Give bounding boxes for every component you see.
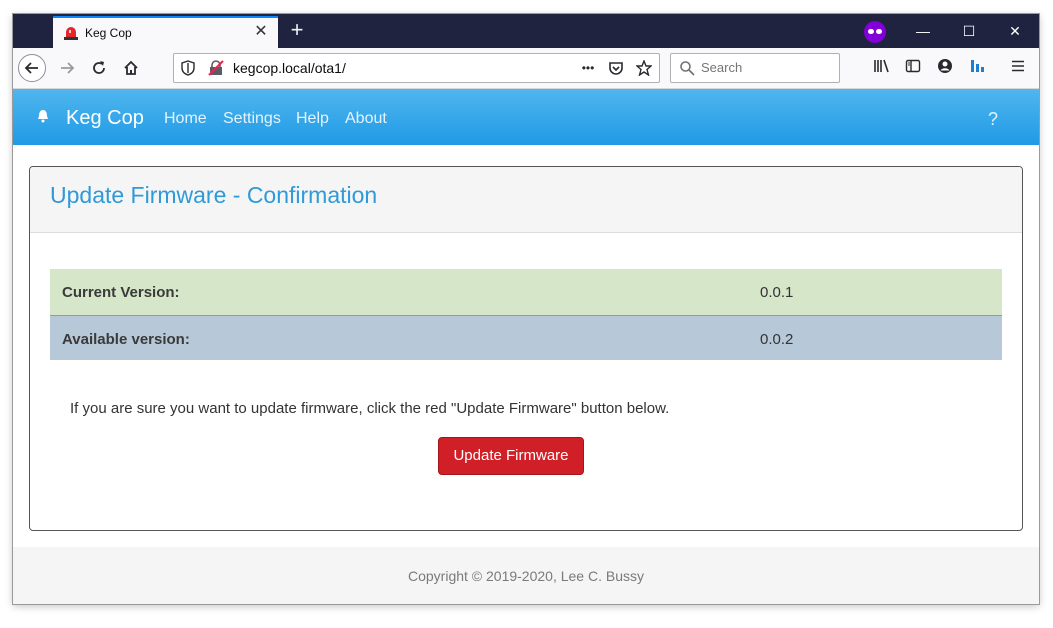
copyright-text: Copyright © 2019-2020, Lee C. Bussy — [407, 568, 644, 584]
available-version-label: Available version: — [62, 331, 190, 348]
current-version-value: 0.0.1 — [760, 284, 794, 301]
home-icon — [124, 60, 138, 75]
help-button[interactable]: ? — [988, 109, 998, 130]
account-icon[interactable] — [935, 58, 955, 78]
available-version-value: 0.0.2 — [760, 331, 794, 348]
nav-home-link[interactable]: Home — [164, 110, 207, 128]
bell-icon — [38, 110, 48, 123]
table-row-current-version: Current Version: 0.0.1 — [50, 269, 1002, 315]
address-bar[interactable]: kegcop.local/ota1/ ••• — [173, 53, 660, 83]
reload-icon — [93, 61, 105, 74]
back-button[interactable] — [18, 54, 46, 82]
version-table: Current Version: 0.0.1 Available version… — [50, 269, 1002, 360]
page-footer: Copyright © 2019-2020, Lee C. Bussy — [13, 547, 1039, 604]
maximize-button[interactable]: ☐ — [954, 19, 984, 43]
back-arrow-icon — [24, 62, 38, 74]
current-version-label: Current Version: — [62, 284, 180, 301]
sidebar-toggle-icon[interactable] — [903, 58, 923, 78]
page-actions-icon[interactable]: ••• — [578, 58, 598, 78]
tab-strip: Keg Cop ✕ + — ☐ ✕ — [13, 14, 1039, 48]
minimize-button[interactable]: — — [908, 19, 938, 43]
close-window-button[interactable]: ✕ — [1000, 19, 1030, 43]
forward-button[interactable] — [53, 54, 81, 82]
nav-about-link[interactable]: About — [345, 110, 387, 128]
brand-name[interactable]: Keg Cop — [66, 107, 144, 130]
page-title: Update Firmware - Confirmation — [50, 182, 378, 208]
table-row-available-version: Available version: 0.0.2 — [50, 315, 1002, 360]
insecure-connection-icon[interactable] — [208, 60, 224, 76]
private-browsing-icon — [864, 21, 886, 43]
library-icon[interactable] — [872, 58, 892, 78]
forward-arrow-icon — [61, 62, 75, 74]
navigation-toolbar: kegcop.local/ota1/ ••• — [13, 48, 1039, 89]
firmware-confirmation-card: Update Firmware - Confirmation Current V… — [29, 166, 1023, 531]
search-bar[interactable] — [670, 53, 840, 83]
nav-help-link[interactable]: Help — [296, 110, 329, 128]
url-text[interactable]: kegcop.local/ota1/ — [233, 60, 346, 76]
reload-button[interactable] — [85, 54, 113, 82]
update-firmware-button[interactable]: Update Firmware — [438, 437, 584, 475]
nav-settings-link[interactable]: Settings — [223, 110, 281, 128]
browser-window: Keg Cop ✕ + — ☐ ✕ kegcop.local/ota1/ ••• — [13, 14, 1039, 604]
extension-icon[interactable] — [967, 58, 987, 78]
bookmark-star-icon[interactable] — [634, 58, 654, 82]
confirmation-instruction: If you are sure you want to update firmw… — [70, 400, 670, 417]
home-button[interactable] — [117, 54, 145, 82]
tab-title: Keg Cop — [85, 26, 132, 40]
card-header: Update Firmware - Confirmation — [30, 167, 1022, 233]
web-page: Keg Cop Home Settings Help About ? Updat… — [13, 89, 1039, 604]
tracking-protection-shield-icon[interactable] — [180, 60, 196, 76]
new-tab-button[interactable]: + — [285, 18, 309, 42]
close-tab-icon[interactable]: ✕ — [252, 23, 270, 41]
app-navbar: Keg Cop Home Settings Help About ? — [13, 89, 1039, 145]
search-input[interactable] — [701, 60, 831, 75]
siren-icon — [64, 27, 78, 40]
tab-keg-cop[interactable]: Keg Cop ✕ — [53, 16, 278, 48]
pocket-icon[interactable] — [606, 58, 626, 82]
search-icon — [680, 61, 695, 76]
hamburger-menu-icon[interactable] — [1008, 58, 1028, 78]
